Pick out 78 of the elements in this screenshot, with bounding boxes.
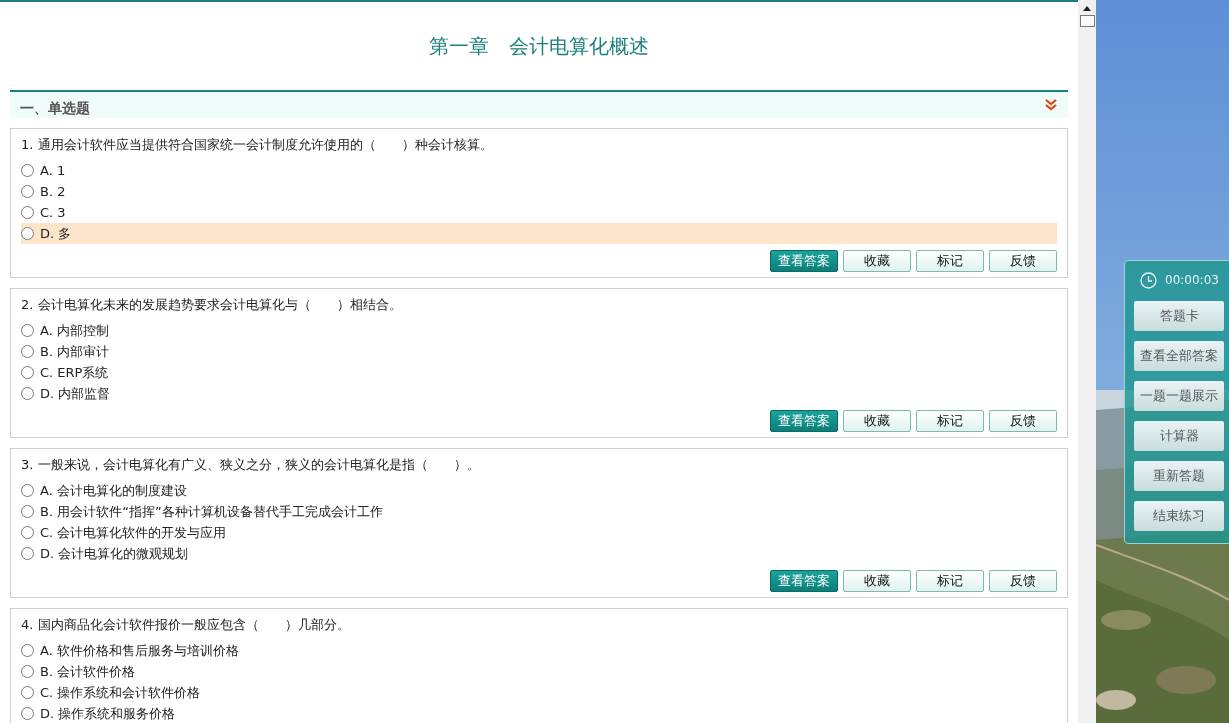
question-text: 2. 会计电算化未来的发展趋势要求会计电算化与（ ）相结合。 [21,296,403,314]
option-label: B. 2 [40,184,66,199]
option-row[interactable]: C. 操作系统和会计软件价格 [21,682,1057,703]
scroll-thumb[interactable] [1079,15,1095,27]
scrollbar[interactable] [1078,0,1096,723]
timer-text: 00:00:03 [1165,273,1219,287]
radio-button[interactable] [21,324,34,337]
radio-button[interactable] [21,164,34,177]
panel-button[interactable]: 重新答题 [1134,461,1224,491]
question-text: 4. 国内商品化会计软件报价一般应包含（ ）几部分。 [21,616,351,634]
radio-button[interactable] [21,526,34,539]
option-label: A. 内部控制 [40,321,109,340]
radio-button[interactable] [21,206,34,219]
option-row[interactable]: D. 内部监督 [21,383,1057,404]
option-row[interactable]: C. 会计电算化软件的开发与应用 [21,522,1057,543]
question-text: 1. 通用会计软件应当提供符合国家统一会计制度允许使用的（ ）种会计核算。 [21,136,494,154]
option-row[interactable]: A. 软件价格和售后服务与培训价格 [21,640,1057,661]
radio-button[interactable] [21,387,34,400]
option-row[interactable]: B. 会计软件价格 [21,661,1057,682]
highlighted-option-row[interactable]: D. 多 [21,223,1057,244]
option-label: A. 会计电算化的制度建设 [40,481,187,500]
radio-button[interactable] [21,484,34,497]
panel-button[interactable]: 计算器 [1134,421,1224,451]
answer-button[interactable]: 查看答案 [770,570,838,592]
action-button[interactable]: 标记 [916,410,984,432]
option-label: D. 操作系统和服务价格 [40,704,176,723]
section-title: 一、单选题 [20,100,90,118]
option-label: B. 用会计软件“指挥”各种计算机设备替代手工完成会计工作 [40,502,383,521]
panel-button[interactable]: 查看全部答案 [1134,341,1224,371]
answer-button[interactable]: 查看答案 [770,410,838,432]
radio-button[interactable] [21,366,34,379]
radio-button[interactable] [21,345,34,358]
option-row[interactable]: C. 3 [21,202,1057,223]
radio-button[interactable] [21,707,34,720]
action-button[interactable]: 标记 [916,250,984,272]
radio-button[interactable] [21,665,34,678]
radio-button[interactable] [21,185,34,198]
option-row[interactable]: B. 内部审计 [21,341,1057,362]
panel-button[interactable]: 一题一题展示 [1134,381,1224,411]
option-row[interactable]: B. 用会计软件“指挥”各种计算机设备替代手工完成会计工作 [21,501,1057,522]
clock-icon [1140,271,1157,289]
action-button[interactable]: 反馈 [989,570,1057,592]
double-chevron-icon[interactable] [1044,98,1058,112]
action-button[interactable]: 收藏 [843,570,911,592]
option-label: B. 内部审计 [40,342,110,361]
action-button[interactable]: 反馈 [989,410,1057,432]
option-row[interactable]: A. 1 [21,160,1057,181]
scroll-up-icon[interactable] [1083,6,1091,11]
action-button[interactable]: 标记 [916,570,984,592]
option-label: D. 多 [40,224,72,243]
option-row[interactable]: C. ERP系统 [21,362,1057,383]
option-label: C. ERP系统 [40,363,109,382]
action-button[interactable]: 反馈 [989,250,1057,272]
radio-button[interactable] [21,505,34,518]
option-row[interactable]: A. 会计电算化的制度建设 [21,480,1057,501]
option-label: A. 软件价格和售后服务与培训价格 [40,641,239,660]
radio-button[interactable] [21,644,34,657]
option-label: B. 会计软件价格 [40,662,136,681]
radio-button[interactable] [21,227,34,240]
option-row[interactable]: B. 2 [21,181,1057,202]
answer-button[interactable]: 查看答案 [770,250,838,272]
option-row[interactable]: D. 操作系统和服务价格 [21,703,1057,723]
panel-button[interactable]: 结束练习 [1134,501,1224,531]
radio-button[interactable] [21,547,34,560]
action-button[interactable]: 收藏 [843,410,911,432]
option-row[interactable]: D. 会计电算化的微观规划 [21,543,1057,564]
option-label: D. 会计电算化的微观规划 [40,544,189,563]
option-row[interactable]: A. 内部控制 [21,320,1057,341]
option-label: D. 内部监督 [40,384,111,403]
option-label: C. 会计电算化软件的开发与应用 [40,523,227,542]
action-button[interactable]: 收藏 [843,250,911,272]
radio-button[interactable] [21,686,34,699]
option-label: C. 3 [40,205,66,220]
panel-button[interactable]: 答题卡 [1134,301,1224,331]
option-label: C. 操作系统和会计软件价格 [40,683,201,702]
chapter-title: 第一章 会计电算化概述 [429,33,649,60]
question-text: 3. 一般来说，会计电算化有广义、狭义之分，狭义的会计电算化是指（ ）。 [21,456,481,474]
option-label: A. 1 [40,163,66,178]
